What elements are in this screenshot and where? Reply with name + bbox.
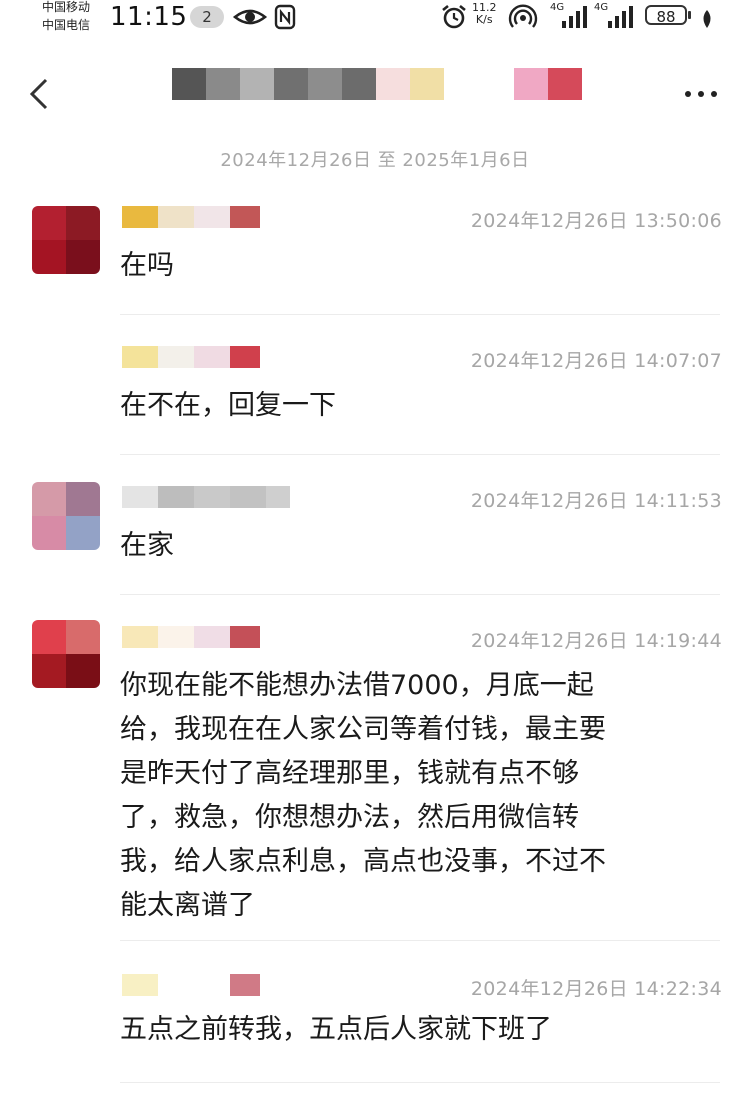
- status-bar: 中国移动 中国电信 11:15 2 11.2 K/s 4G 4G 88: [0, 0, 750, 40]
- sender-name-redacted: [122, 344, 260, 370]
- message-line: 我，给人家点利息，高点也没事，不过不: [120, 846, 606, 877]
- carrier-labels: 中国移动 中国电信: [42, 0, 90, 34]
- contact-name-redacted: [172, 68, 444, 100]
- battery-tip: [688, 11, 691, 19]
- sender-name-redacted: [122, 484, 290, 510]
- date-range-label: 2024年12月26日 至 2025年1月6日: [220, 150, 530, 171]
- message-timestamp: 2024年12月26日 14:07:07: [470, 350, 722, 372]
- carrier-2: 中国电信: [42, 18, 91, 32]
- signal-2-icon: [608, 6, 633, 28]
- sender-name-redacted: [122, 972, 260, 998]
- message-timestamp: 2024年12月26日 13:50:06: [470, 210, 722, 232]
- message-text: 五点之前转我，五点后人家就下班了: [120, 1014, 552, 1045]
- notification-count-badge: 2: [190, 6, 224, 28]
- message-timestamp: 2024年12月26日 14:11:53: [470, 490, 722, 512]
- message-line: 了，救急，你想想办法，然后用微信转: [120, 802, 579, 833]
- more-button[interactable]: [676, 78, 726, 108]
- message-line: 是昨天付了高经理那里，钱就有点不够: [120, 758, 579, 789]
- message-line: 给，我现在在人家公司等着付钱，最主要: [120, 714, 606, 745]
- carrier-1: 中国移动: [42, 0, 91, 14]
- net-speed-unit: K/s: [475, 13, 493, 26]
- nfc-icon: [274, 4, 296, 30]
- divider: [120, 594, 720, 595]
- battery-indicator: 88: [645, 5, 687, 26]
- message-timestamp: 2024年12月26日 14:19:44: [470, 630, 722, 652]
- divider: [120, 1082, 720, 1083]
- divider: [120, 454, 720, 455]
- message-text-multiline: 你现在能不能想办法借7000，月底一起 给，我现在在人家公司等着付钱，最主要 是…: [120, 664, 710, 928]
- message-timestamp: 2024年12月26日 14:22:34: [470, 978, 722, 1000]
- message-item[interactable]: 2024年12月26日 14:07:07 在不在，回复一下: [0, 340, 750, 450]
- message-item[interactable]: 2024年12月26日 13:50:06 在吗: [0, 200, 750, 310]
- message-item[interactable]: 2024年12月26日 14:22:34 五点之前转我，五点后人家就下班了: [0, 968, 750, 1078]
- contact-name-redacted-2: [514, 68, 582, 100]
- message-item[interactable]: 2024年12月26日 14:19:44 你现在能不能想办法借7000，月底一起…: [0, 620, 750, 930]
- sender-name-redacted: [122, 624, 260, 650]
- eye-icon: [232, 9, 268, 25]
- divider: [120, 940, 720, 941]
- hotspot-icon: [508, 4, 538, 28]
- chat-header: [0, 58, 750, 128]
- sender-name-redacted: [122, 204, 260, 230]
- message-text: 在家: [120, 530, 174, 561]
- message-item[interactable]: 2024年12月26日 14:11:53 在家: [0, 480, 750, 590]
- message-text: 在不在，回复一下: [120, 390, 336, 421]
- message-line: 能太离谱了: [120, 890, 255, 921]
- message-text: 在吗: [120, 250, 174, 281]
- message-line: 你现在能不能想办法借7000，月底一起: [120, 670, 594, 701]
- avatar[interactable]: [32, 482, 100, 550]
- status-time: 11:15: [110, 2, 188, 32]
- chevron-left-icon: [29, 78, 48, 110]
- back-button[interactable]: [20, 72, 60, 116]
- alarm-icon: [442, 4, 466, 29]
- divider: [120, 314, 720, 315]
- leaf-icon: [703, 10, 711, 28]
- net-speed: 11.2 K/s: [472, 2, 497, 26]
- avatar[interactable]: [32, 620, 100, 688]
- signal-1-icon: [562, 6, 587, 28]
- avatar[interactable]: [32, 206, 100, 274]
